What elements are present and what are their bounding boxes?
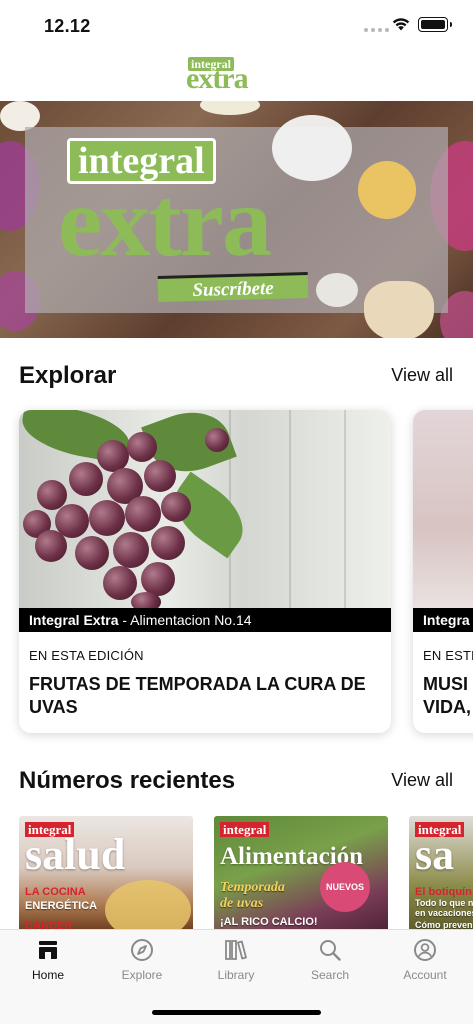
tab-label: Library bbox=[217, 968, 255, 982]
tab-label: Explore bbox=[121, 968, 163, 982]
tab-label: Account bbox=[403, 968, 447, 982]
card-title: FRUTAS DE TEMPORADA LA CURA DE UVAS bbox=[29, 674, 366, 717]
cover-title: sa bbox=[415, 830, 455, 879]
card-kicker: EN ESTE bbox=[423, 648, 473, 663]
card-image bbox=[413, 410, 473, 608]
tab-search[interactable]: Search bbox=[290, 938, 370, 990]
cover-headline: LA COCINA bbox=[25, 886, 86, 898]
recent-view-all-link[interactable]: View all bbox=[391, 770, 453, 791]
explore-header: Explorar View all bbox=[19, 362, 455, 396]
status-time: 12.12 bbox=[44, 16, 91, 36]
recent-header: Números recientes View all bbox=[19, 767, 455, 801]
status-bar: 12.12 bbox=[0, 0, 473, 50]
home-icon bbox=[39, 941, 57, 959]
tab-label: Search bbox=[310, 968, 350, 982]
card-publication: Integral Extra bbox=[29, 612, 119, 628]
battery-icon bbox=[418, 17, 452, 32]
search-icon bbox=[320, 940, 341, 961]
grapes-image bbox=[19, 410, 391, 612]
explore-view-all-link[interactable]: View all bbox=[391, 365, 453, 386]
app-logo: integral extra bbox=[186, 57, 288, 95]
wifi-icon bbox=[392, 18, 410, 31]
hero-banner[interactable] bbox=[0, 101, 473, 338]
explore-card[interactable]: Integral Extra - Alimentacion No.14 EN E… bbox=[19, 410, 391, 733]
account-icon bbox=[414, 939, 436, 961]
tab-explore[interactable]: Explore bbox=[102, 938, 182, 990]
cover-title: salud bbox=[25, 830, 126, 879]
card-title: MUSI VIDA, bbox=[423, 673, 473, 719]
card-issue-bar: Integral Extra - Alimentacion No.14 bbox=[19, 608, 391, 632]
magazine-cover[interactable]: integral salud LA COCINA ENERGÉTICA CÁNC… bbox=[19, 816, 193, 932]
magazine-cover[interactable]: integral Alimentación Temporada de uvas … bbox=[214, 816, 388, 932]
library-icon bbox=[225, 940, 247, 960]
cover-headline: ¡AL RICO CALCIO! bbox=[220, 916, 318, 928]
tab-library[interactable]: Library bbox=[196, 938, 276, 990]
card-issue-bar: Integra bbox=[413, 608, 473, 632]
magazine-cover[interactable]: integral sa El botiquín d Todo lo que ne… bbox=[409, 816, 473, 932]
explore-card-partial[interactable]: Integra EN ESTE MUSI VIDA, bbox=[413, 410, 473, 733]
recent-title: Números recientes bbox=[19, 767, 236, 794]
cover-headline: El botiquín d bbox=[415, 886, 473, 898]
explore-title: Explorar bbox=[19, 362, 117, 389]
card-title-line: MUSI bbox=[423, 674, 468, 694]
tab-label: Home bbox=[31, 968, 64, 982]
card-publication: Integra bbox=[423, 612, 470, 628]
cellular-signal-icon bbox=[364, 28, 389, 32]
cover-headline: de uvas bbox=[220, 896, 264, 911]
home-indicator bbox=[152, 1010, 321, 1015]
cover-headline: Todo lo que ne bbox=[415, 898, 473, 908]
cover-headline: ENERGÉTICA bbox=[25, 900, 98, 912]
card-separator: - bbox=[118, 612, 131, 628]
card-issue: Alimentacion No.14 bbox=[130, 612, 252, 628]
cover-badge: NUEVOS bbox=[320, 862, 370, 912]
app-logo-big: extra bbox=[186, 62, 249, 95]
compass-icon bbox=[131, 939, 153, 961]
card-kicker: EN ESTA EDICIÓN bbox=[29, 648, 144, 663]
cover-headline: en vacaciones bbox=[415, 908, 473, 918]
tab-account[interactable]: Account bbox=[385, 938, 465, 990]
cover-headline: Temporada bbox=[220, 880, 285, 895]
tab-home[interactable]: Home bbox=[8, 938, 88, 990]
card-title-line: VIDA, bbox=[423, 697, 472, 717]
